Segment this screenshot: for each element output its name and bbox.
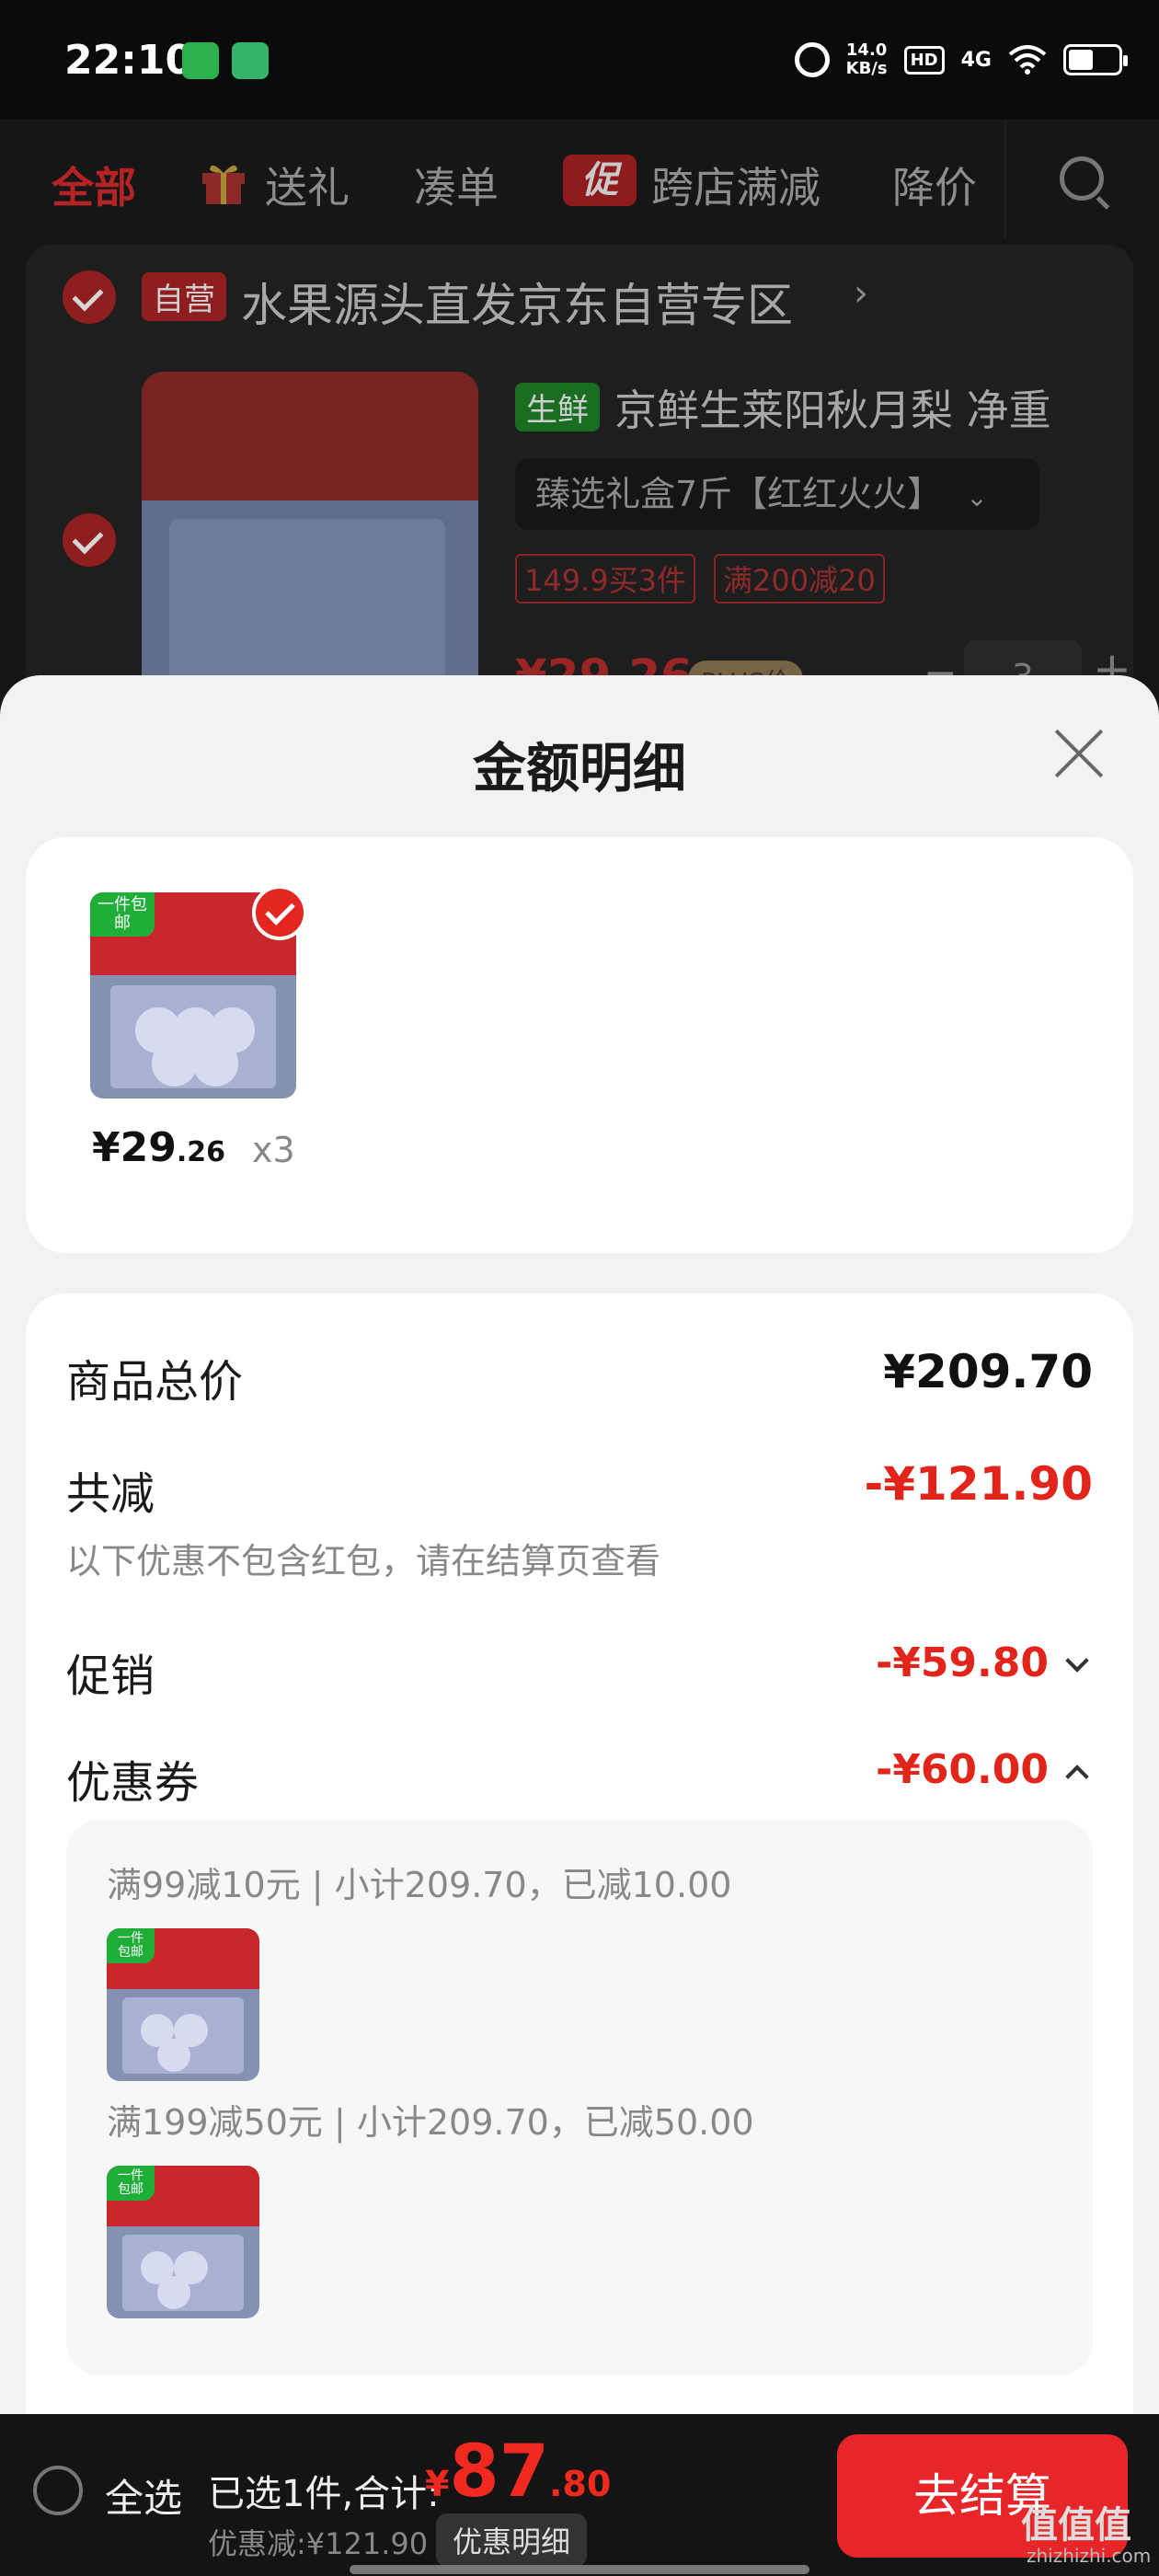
coupon-detail-box: 满99减10元 | 小计209.70，已减10.00 一件包邮 满199减50元… xyxy=(66,1820,1093,2375)
store-checkbox[interactable] xyxy=(63,270,116,324)
status-bar: 22:10 14.0 KB/s HD 4G xyxy=(0,0,1159,120)
product-spec-label: 臻选礼盒7斤【红红火火】 xyxy=(535,474,943,514)
total-price-label: 商品总价 xyxy=(66,1356,244,1408)
cart-background: 全部 送礼 凑单 促 跨店满减 降价 自营 水果源头直发京东自营专区 › 生鲜 … xyxy=(0,120,1159,723)
network-type: 4G xyxy=(960,48,992,72)
tab-price-drop[interactable]: 降价 xyxy=(892,155,977,215)
item-checked-icon xyxy=(252,885,307,940)
promotion-value[interactable]: -¥59.80 xyxy=(876,1639,1049,1686)
amount-detail-sheet: 金额明细 一件包邮 ¥29.26 x3 商品总价 ¥209.70 共减 -¥12… xyxy=(0,675,1159,2414)
item-price: ¥29.26 xyxy=(92,1124,225,1171)
search-icon[interactable] xyxy=(1060,156,1104,201)
sheet-title: 金额明细 xyxy=(472,737,686,799)
store-card: 自营 水果源头直发京东自营专区 › 生鲜 京鲜生莱阳秋月梨 净重 臻选礼盒7斤【… xyxy=(26,245,1133,723)
network-speed-unit: KB/s xyxy=(845,59,888,78)
gift-icon xyxy=(202,165,245,204)
alarm-icon xyxy=(794,42,830,77)
item-price-int: ¥29 xyxy=(92,1124,177,1171)
watermark-logo: 值值值 xyxy=(1021,2504,1131,2547)
coupon-rule: 满199减50元 | 小计209.70，已减50.00 xyxy=(107,2102,754,2143)
select-all-label[interactable]: 全选 xyxy=(105,2467,182,2524)
chevron-right-icon: › xyxy=(854,272,868,315)
total-int: 87 xyxy=(449,2431,549,2513)
cart-tabs: 全部 送礼 凑单 促 跨店满减 降价 xyxy=(0,120,1159,239)
chevron-up-icon[interactable] xyxy=(1065,1765,1089,1788)
app-icon xyxy=(232,42,269,79)
free-shipping-badge: 一件包邮 xyxy=(90,892,155,937)
promo-tag: 149.9买3件 xyxy=(515,554,695,604)
tab-add-on[interactable]: 凑单 xyxy=(414,155,499,215)
close-icon[interactable] xyxy=(1052,727,1106,780)
product-image[interactable] xyxy=(142,372,478,721)
total-price-value: ¥209.70 xyxy=(883,1345,1093,1398)
network-speed-value: 14.0 xyxy=(845,40,888,60)
price-breakdown-card: 商品总价 ¥209.70 共减 -¥121.90 以下优惠不包含红包，请在结算页… xyxy=(26,1294,1133,2414)
selected-count: 已选1件,合计: xyxy=(208,2473,440,2515)
store-name[interactable]: 水果源头直发京东自营专区 xyxy=(241,269,793,335)
wifi-icon xyxy=(1008,45,1047,75)
chevron-down-icon: ⌄ xyxy=(966,482,988,512)
coupon-product-thumbnail: 一件包邮 xyxy=(107,1928,259,2081)
reduction-note: 以下优惠不包含红包，请在结算页查看 xyxy=(66,1541,661,1581)
chevron-down-icon[interactable] xyxy=(1065,1649,1089,1673)
product-checkbox[interactable] xyxy=(63,513,116,567)
home-indicator[interactable] xyxy=(350,2565,809,2574)
status-time: 22:10 xyxy=(64,37,194,84)
wechat-icon xyxy=(182,42,219,79)
promo-tag: 满200减20 xyxy=(714,554,885,604)
tab-gift[interactable]: 送礼 xyxy=(265,155,350,215)
product-spec-selector[interactable]: 臻选礼盒7斤【红红火火】 ⌄ xyxy=(515,458,1039,530)
discount-summary: 优惠减:¥121.90 xyxy=(208,2526,429,2561)
selected-items-card: 一件包邮 ¥29.26 x3 xyxy=(26,837,1133,1253)
coupon-label[interactable]: 优惠券 xyxy=(66,1746,199,1811)
promotion-label[interactable]: 促销 xyxy=(66,1639,155,1704)
total-reduction-label: 共减 xyxy=(66,1468,155,1520)
coupon-rule: 满99减10元 | 小计209.70，已减10.00 xyxy=(107,1865,732,1905)
status-indicators: 14.0 KB/s HD 4G xyxy=(794,37,1128,83)
promo-badge-icon: 促 xyxy=(563,155,637,206)
free-shipping-badge: 一件包邮 xyxy=(107,2166,155,2201)
free-shipping-badge: 一件包邮 xyxy=(107,1928,155,1963)
coupon-value[interactable]: -¥60.00 xyxy=(876,1746,1049,1793)
total-dec: .80 xyxy=(549,2464,612,2504)
select-all-radio[interactable] xyxy=(33,2466,83,2515)
tab-divider xyxy=(1004,120,1006,239)
total-amount: ¥87.80 xyxy=(425,2431,611,2513)
hd-icon: HD xyxy=(903,45,945,75)
store-tag: 自营 xyxy=(142,272,226,321)
battery-icon xyxy=(1063,44,1128,75)
network-speed: 14.0 KB/s xyxy=(846,41,888,78)
total-currency: ¥ xyxy=(425,2464,450,2504)
checkout-bar: 全选 已选1件,合计: ¥87.80 优惠减:¥121.90 优惠明细 去结算 xyxy=(0,2414,1159,2576)
fresh-tag: 生鲜 xyxy=(515,383,600,431)
product-title[interactable]: 京鲜生莱阳秋月梨 净重 xyxy=(614,377,1051,438)
watermark-url: zhizhizhi.com xyxy=(1027,2545,1152,2567)
total-reduction-value: -¥121.90 xyxy=(864,1457,1094,1511)
coupon-product-thumbnail: 一件包邮 xyxy=(107,2166,259,2318)
discount-detail-button[interactable]: 优惠明细 xyxy=(436,2513,588,2567)
tab-all[interactable]: 全部 xyxy=(52,155,136,215)
item-quantity: x3 xyxy=(252,1130,295,1170)
tab-cross-store[interactable]: 跨店满减 xyxy=(651,155,820,215)
item-price-dec: .26 xyxy=(176,1136,226,1168)
